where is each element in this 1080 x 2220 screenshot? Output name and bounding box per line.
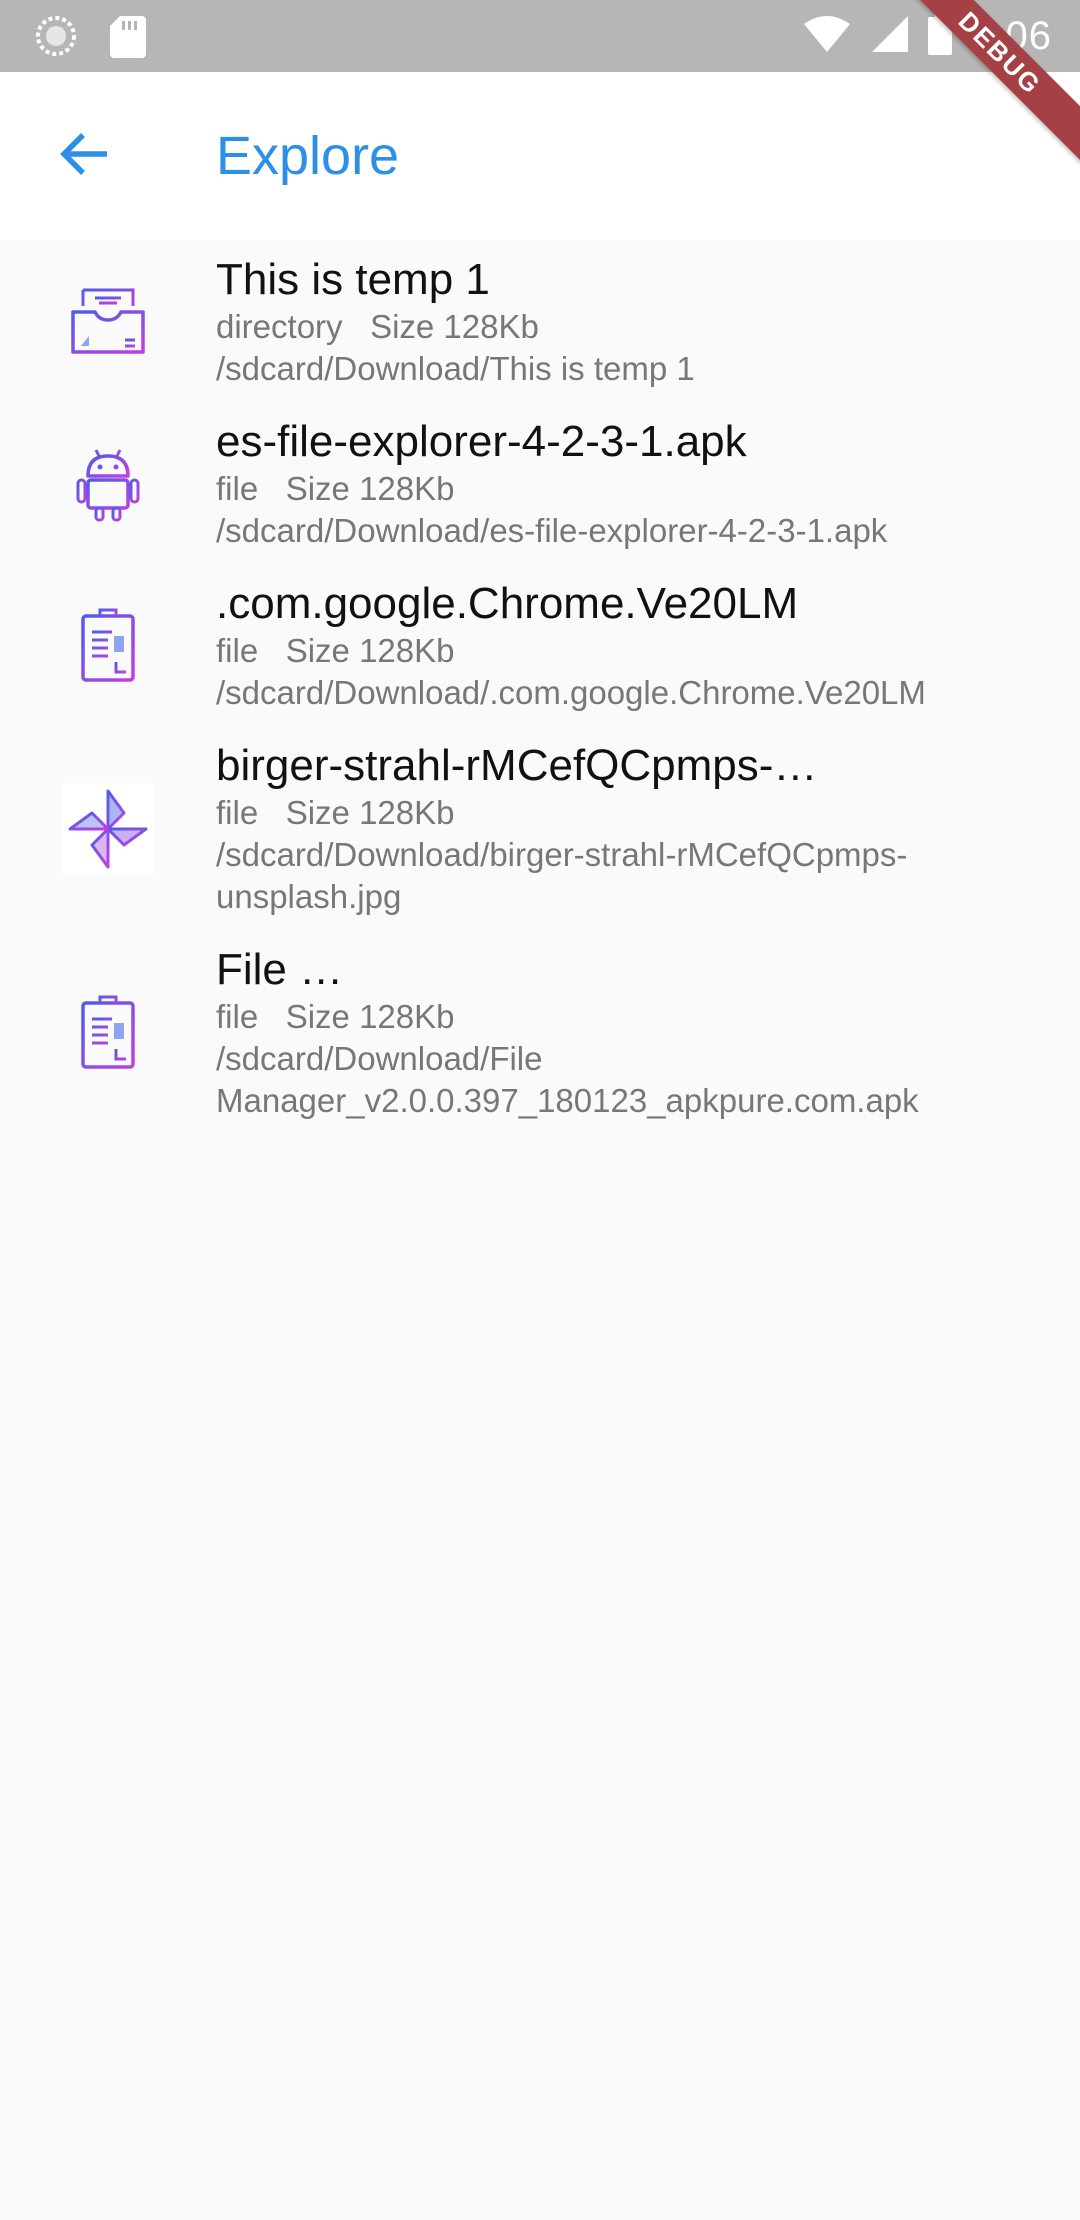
file-meta: file Size 128Kb [216, 792, 1040, 834]
file-path: /sdcard/Download/birger-strahl-rMCefQCpm… [216, 836, 908, 915]
status-bar-left [34, 14, 148, 63]
file-type: file [216, 794, 259, 831]
status-bar: 1:06 [0, 0, 1080, 72]
file-meta: file Size 128Kb [216, 996, 1040, 1038]
file-size: Size 128Kb [285, 470, 455, 507]
sd-card-icon [108, 14, 148, 63]
file-path: /sdcard/Download/File Manager_v2.0.0.397… [216, 1040, 919, 1119]
file-list-item[interactable]: birger-strahl-rMCefQCpmps-… file Size 12… [0, 726, 1080, 930]
file-list-item[interactable]: File … file Size 128Kb /sdcard/Download/… [0, 930, 1080, 1134]
back-button[interactable] [40, 112, 128, 200]
android-icon [0, 446, 216, 522]
file-name: File … [216, 945, 344, 994]
file-type: file [216, 998, 259, 1035]
file-meta: file Size 128Kb [216, 630, 1040, 672]
file-type: file [216, 632, 259, 669]
file-path: /sdcard/Download/This is temp 1 [216, 350, 695, 387]
pinwheel-image-icon [0, 783, 216, 875]
file-name: birger-strahl-rMCefQCpmps-… [216, 741, 818, 790]
app-bar: Explore [0, 72, 1080, 240]
file-size: Size 128Kb [285, 998, 455, 1035]
file-name: .com.google.Chrome.Ve20LM [216, 579, 799, 628]
page-title: Explore [216, 126, 400, 186]
document-icon [0, 608, 216, 684]
file-type: file [216, 470, 259, 507]
file-list: This is temp 1 directory Size 128Kb /sdc… [0, 240, 1080, 1134]
file-path: /sdcard/Download/es-file-explorer-4-2-3-… [216, 512, 888, 549]
file-list-item[interactable]: es-file-explorer-4-2-3-1.apk file Size 1… [0, 402, 1080, 564]
arrow-back-icon [57, 127, 111, 186]
sync-icon [34, 14, 78, 63]
cell-signal-icon [870, 14, 910, 59]
file-name: es-file-explorer-4-2-3-1.apk [216, 417, 747, 466]
file-path: /sdcard/Download/.com.google.Chrome.Ve20… [216, 674, 926, 711]
file-type: directory [216, 308, 343, 345]
file-size: Size 128Kb [370, 308, 539, 345]
file-list-item[interactable]: .com.google.Chrome.Ve20LM file Size 128K… [0, 564, 1080, 726]
file-meta: directory Size 128Kb [216, 306, 1040, 348]
file-list-item[interactable]: This is temp 1 directory Size 128Kb /sdc… [0, 240, 1080, 402]
file-meta: file Size 128Kb [216, 468, 1040, 510]
document-icon [0, 995, 216, 1071]
file-size: Size 128Kb [285, 632, 455, 669]
file-size: Size 128Kb [285, 794, 455, 831]
folder-inbox-icon [0, 286, 216, 358]
wifi-icon [802, 14, 852, 59]
file-name: This is temp 1 [216, 255, 490, 304]
